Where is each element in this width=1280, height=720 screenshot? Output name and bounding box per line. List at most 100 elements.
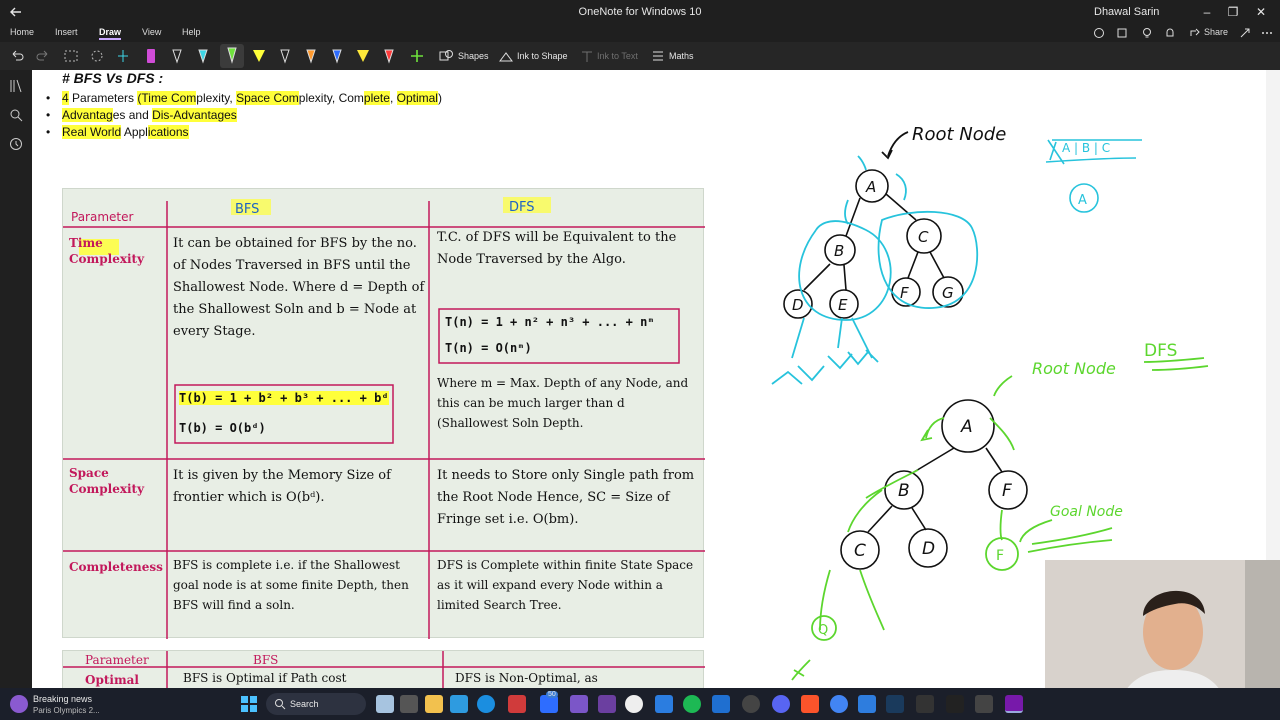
immersive-reader-icon[interactable] (1115, 26, 1129, 40)
lightbulb-icon[interactable] (1140, 26, 1154, 40)
row4-header-bfs: BFS (253, 653, 279, 667)
type-select-icon[interactable] (62, 47, 80, 65)
app-icon-red[interactable] (508, 695, 526, 713)
pen-tool-1[interactable] (142, 47, 160, 65)
pen-tool-6[interactable] (302, 47, 320, 65)
onenote-icon[interactable] (1005, 695, 1023, 713)
tab-view[interactable]: View (142, 27, 161, 37)
row3-bfs: BFS is complete i.e. if the Shallowest g… (173, 558, 409, 612)
taskbar-search-icon (275, 699, 286, 710)
highlighter-tool-1[interactable] (250, 47, 268, 65)
task-view-icon[interactable] (400, 695, 418, 713)
notification-badge: 50 (546, 691, 558, 698)
pen-tool-5[interactable] (276, 47, 294, 65)
bullet-text: plexity, Com (298, 91, 364, 105)
mail-icon[interactable] (450, 695, 468, 713)
start-icon[interactable] (240, 695, 258, 713)
maths-button[interactable]: Maths (669, 51, 694, 61)
file-explorer-icon[interactable] (425, 695, 443, 713)
close-icon[interactable]: ✕ (1252, 3, 1270, 21)
vscode-icon[interactable] (655, 695, 673, 713)
pen-tool-3[interactable] (194, 47, 212, 65)
tab-help[interactable]: Help (182, 27, 201, 37)
bullet-text: ) (437, 91, 442, 105)
recent-notes-icon[interactable] (8, 136, 24, 152)
search-box[interactable]: Search (266, 693, 366, 715)
notes-header-bfs: BFS (235, 202, 259, 217)
github-icon[interactable] (742, 695, 760, 713)
queue-label: A | B | C (1062, 141, 1110, 155)
steam-icon[interactable] (886, 695, 904, 713)
notebooks-icon[interactable] (8, 78, 24, 94)
highlighter-tool-2[interactable] (354, 47, 372, 65)
dfs-label: DFS (1144, 341, 1177, 361)
sync-icon[interactable] (1092, 26, 1106, 40)
share-icon[interactable] (1188, 26, 1202, 40)
share-button[interactable]: Share (1204, 27, 1228, 37)
pen-tool-7[interactable] (328, 47, 346, 65)
maths-icon[interactable] (650, 47, 666, 65)
news-title[interactable]: Breaking news (33, 694, 92, 704)
bfs-node-d: D (792, 296, 804, 314)
pen-tool-8[interactable] (380, 47, 398, 65)
ink-to-text-icon[interactable] (579, 47, 595, 65)
row4-dfs: DFS is Non-Optimal, as (455, 671, 598, 685)
pen-tool-4-selected[interactable] (220, 44, 244, 68)
highlighted-text: (Time Com (137, 91, 197, 105)
app-icon-violet[interactable] (598, 695, 616, 713)
row1-dfs-formula1: T(n) = 1 + n² + n³ + ... + nᵐ (445, 315, 655, 329)
row4-header-param: Parameter (85, 653, 149, 667)
bullet-text: plexity, (196, 91, 237, 105)
app-icon-blue-2[interactable] (712, 695, 730, 713)
ink-to-text-button[interactable]: Ink to Text (597, 51, 638, 61)
user-name[interactable]: Dhawal Sarin (1094, 6, 1159, 18)
expand-icon[interactable] (1238, 26, 1252, 40)
bell-icon[interactable] (1163, 26, 1177, 40)
handwritten-notes-image-2: Parameter BFS Optimal BFS is Optimal if … (62, 650, 705, 688)
dfs-node-b: B (898, 481, 910, 501)
widgets-icon[interactable] (376, 695, 394, 713)
chrome-icon[interactable] (830, 695, 848, 713)
brave-icon[interactable] (801, 695, 819, 713)
news-subtitle[interactable]: Paris Olympics 2... (33, 706, 100, 715)
ink-to-shape-button[interactable]: Ink to Shape (517, 51, 568, 61)
tab-draw[interactable]: Draw (99, 27, 122, 40)
app-icon-purple[interactable] (570, 695, 588, 713)
dfs-node-a: A (960, 417, 973, 437)
highlighted-text: Dis-Advantages (152, 108, 237, 122)
redo-icon[interactable] (34, 47, 52, 65)
app-icon-dark[interactable] (916, 695, 934, 713)
row4-param: Optimal (85, 673, 139, 687)
undo-icon[interactable] (8, 47, 26, 65)
restore-icon[interactable]: ❐ (1224, 3, 1242, 21)
add-space-icon[interactable] (114, 47, 132, 65)
edge-icon[interactable] (477, 695, 495, 713)
ribbon-tabs: Home Insert Draw View Help Share (0, 24, 1280, 42)
app-icon-white[interactable] (625, 695, 643, 713)
todo-icon[interactable] (858, 695, 876, 713)
ink-to-shape-icon[interactable] (498, 47, 514, 65)
row1-param: Time Complexity (69, 236, 145, 266)
highlighted-text: Advantag (62, 108, 113, 122)
tab-insert[interactable]: Insert (55, 27, 78, 37)
discord-icon[interactable] (772, 695, 790, 713)
app-icon-gray[interactable] (975, 695, 993, 713)
lasso-select-icon[interactable] (88, 47, 106, 65)
pen-tool-2[interactable] (168, 47, 186, 65)
shapes-button[interactable]: Shapes (458, 51, 489, 61)
tab-home[interactable]: Home (10, 27, 34, 37)
epic-games-icon[interactable] (946, 695, 964, 713)
bullet-text: , (389, 91, 397, 105)
minimize-icon[interactable]: – (1198, 3, 1216, 21)
row2-dfs: It needs to Store only Single path from … (437, 468, 695, 527)
search-icon[interactable] (8, 107, 24, 123)
bfs-node-f: F (900, 284, 909, 302)
more-options-icon[interactable] (1260, 26, 1274, 40)
news-icon[interactable] (10, 695, 28, 713)
add-pen-icon[interactable] (408, 47, 426, 65)
shapes-icon[interactable] (438, 47, 454, 65)
root-node-label: Root Node (912, 124, 1006, 145)
bfs-node-a: A (865, 178, 876, 196)
spotify-icon[interactable] (683, 695, 701, 713)
bullet-item: Advantages and Dis-Advantages (44, 107, 442, 124)
